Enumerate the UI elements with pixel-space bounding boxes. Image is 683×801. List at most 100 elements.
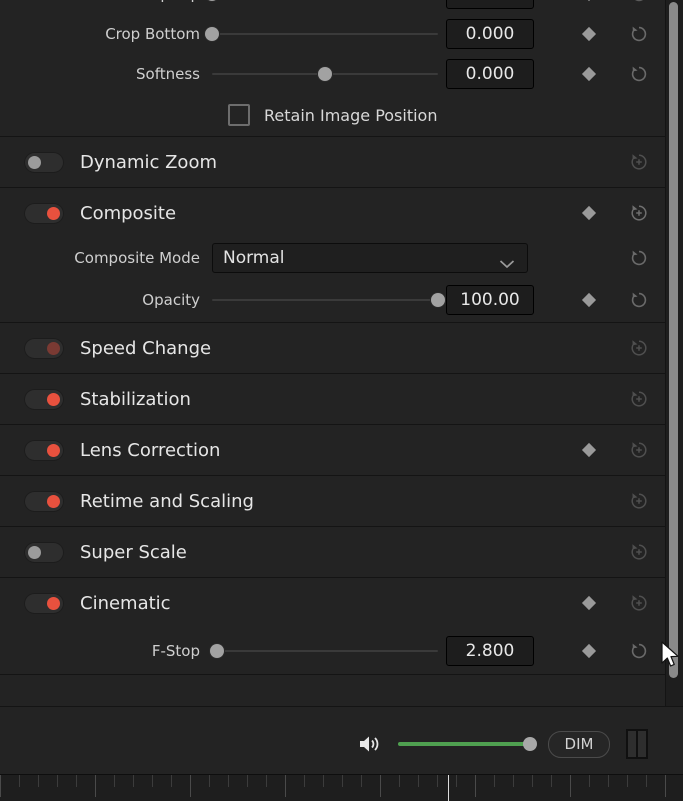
slider-knob[interactable]	[318, 67, 332, 81]
slider-track	[212, 650, 438, 652]
meter-bar-right	[636, 731, 646, 757]
section-composite: Composite Composite Mode Normal Opacity …	[0, 188, 666, 323]
cinematic-reset-add-icon[interactable]	[628, 592, 650, 614]
timeline-ruler[interactable]	[0, 774, 683, 801]
row-opacity[interactable]: Opacity 100.00	[0, 278, 666, 322]
softness-value-input[interactable]: 0.000	[446, 59, 534, 89]
retime-and-scaling-reset-add-icon[interactable]	[628, 490, 650, 512]
row-f-stop[interactable]: F-Stop 2.800	[0, 628, 666, 674]
composite-mode-label: Composite Mode	[74, 249, 200, 267]
header-retime-and-scaling[interactable]: Retime and Scaling	[0, 476, 666, 526]
toggle-dot	[47, 596, 60, 610]
lens-correction-title: Lens Correction	[80, 439, 221, 461]
crop-bottom-value-input[interactable]: 0.000	[446, 19, 534, 49]
audio-controls-group: DIM	[358, 729, 648, 759]
dynamic-zoom-toggle[interactable]	[24, 151, 64, 173]
section-speed-change: Speed Change	[0, 323, 666, 374]
section-lens-correction: Lens Correction	[0, 425, 666, 476]
opacity-value-input[interactable]: 100.00	[446, 285, 534, 315]
inspector-scroll-area[interactable]: Crop Top 0.000	[0, 0, 666, 706]
crop-bottom-slider[interactable]	[205, 25, 438, 43]
composite-keyframe-icon[interactable]	[581, 205, 597, 221]
f-stop-reset-icon[interactable]	[628, 640, 650, 662]
composite-mode-reset-icon[interactable]	[628, 247, 650, 269]
section-cinematic: Cinematic F-Stop 2.800	[0, 578, 666, 675]
crop-top-label: Crop Top	[0, 0, 212, 3]
header-cinematic[interactable]: Cinematic	[0, 578, 666, 628]
retime-and-scaling-toggle[interactable]	[24, 490, 64, 512]
row-retain-image-position[interactable]: Retain Image Position	[0, 94, 666, 136]
volume-slider[interactable]	[398, 736, 537, 752]
row-crop-top-clipped[interactable]: Crop Top 0.000	[0, 0, 666, 14]
header-composite[interactable]: Composite	[0, 188, 666, 238]
stabilization-toggle[interactable]	[24, 388, 64, 410]
section-super-scale: Super Scale	[0, 527, 666, 578]
speed-change-reset-add-icon[interactable]	[628, 337, 650, 359]
softness-keyframe-icon[interactable]	[581, 66, 597, 82]
lens-correction-keyframe-icon[interactable]	[581, 442, 597, 458]
header-dynamic-zoom[interactable]: Dynamic Zoom	[0, 137, 666, 187]
davinci-resolve-inspector-panel: Crop Top 0.000	[0, 0, 683, 801]
crop-bottom-keyframe-icon[interactable]	[581, 26, 597, 42]
crop-bottom-reset-icon[interactable]	[628, 23, 650, 45]
timeline-playhead[interactable]	[448, 775, 449, 801]
dynamic-zoom-reset-add-icon[interactable]	[628, 151, 650, 173]
super-scale-toggle[interactable]	[24, 541, 64, 563]
slider-knob[interactable]	[431, 293, 445, 307]
speaker-volume-icon[interactable]	[358, 733, 384, 755]
cinematic-keyframe-icon[interactable]	[581, 595, 597, 611]
opacity-slider[interactable]	[212, 291, 445, 309]
lens-correction-toggle[interactable]	[24, 439, 64, 461]
composite-mode-dropdown[interactable]: Normal	[212, 243, 528, 273]
lens-correction-reset-add-icon[interactable]	[628, 439, 650, 461]
softness-label: Softness	[136, 65, 200, 83]
meter-bar-left	[628, 731, 636, 757]
composite-reset-add-icon[interactable]	[628, 202, 650, 224]
crop-top-slider[interactable]	[205, 0, 438, 3]
softness-slider[interactable]	[212, 65, 438, 83]
crop-top-reset-icon[interactable]	[628, 0, 650, 5]
crop-top-keyframe-icon[interactable]	[581, 0, 597, 2]
super-scale-reset-add-icon[interactable]	[628, 541, 650, 563]
super-scale-title: Super Scale	[80, 541, 187, 563]
crop-top-value-input[interactable]: 0.000	[446, 0, 534, 9]
slider-knob[interactable]	[205, 27, 219, 41]
retain-image-position-checkbox[interactable]	[228, 104, 250, 126]
audio-meter-icon[interactable]	[626, 729, 648, 759]
section-dynamic-zoom: Dynamic Zoom	[0, 137, 666, 188]
composite-toggle[interactable]	[24, 202, 64, 224]
inspector-vertical-scrollbar[interactable]	[669, 2, 678, 692]
f-stop-value-input[interactable]: 2.800	[446, 636, 534, 666]
f-stop-label: F-Stop	[151, 642, 200, 660]
row-composite-mode[interactable]: Composite Mode Normal	[0, 238, 666, 278]
speed-change-title: Speed Change	[80, 337, 212, 359]
toggle-dot	[47, 341, 60, 355]
volume-knob[interactable]	[523, 737, 537, 751]
header-stabilization[interactable]: Stabilization	[0, 374, 666, 424]
dim-button[interactable]: DIM	[548, 730, 610, 758]
row-crop-bottom[interactable]: Crop Bottom 0.000	[0, 14, 666, 54]
stabilization-reset-add-icon[interactable]	[628, 388, 650, 410]
opacity-keyframe-icon[interactable]	[581, 292, 597, 308]
softness-reset-icon[interactable]	[628, 63, 650, 85]
slider-knob[interactable]	[209, 644, 224, 658]
opacity-label: Opacity	[142, 291, 200, 309]
toggle-dot	[28, 545, 41, 559]
f-stop-slider[interactable]	[209, 642, 438, 660]
row-softness[interactable]: Softness 0.000	[0, 54, 666, 94]
cinematic-toggle[interactable]	[24, 592, 64, 614]
header-lens-correction[interactable]: Lens Correction	[0, 425, 666, 475]
inspector-scrollbar-rail[interactable]	[665, 0, 683, 706]
section-retime-and-scaling: Retime and Scaling	[0, 476, 666, 527]
f-stop-keyframe-icon[interactable]	[581, 643, 597, 659]
slider-track	[212, 33, 438, 35]
toggle-dot	[47, 206, 60, 220]
header-super-scale[interactable]: Super Scale	[0, 527, 666, 577]
section-stabilization: Stabilization	[0, 374, 666, 425]
opacity-reset-icon[interactable]	[628, 289, 650, 311]
toggle-dot	[47, 392, 60, 406]
speed-change-toggle[interactable]	[24, 337, 64, 359]
retime-and-scaling-title: Retime and Scaling	[80, 490, 254, 512]
header-speed-change[interactable]: Speed Change	[0, 323, 666, 373]
scrollbar-thumb[interactable]	[669, 2, 678, 678]
